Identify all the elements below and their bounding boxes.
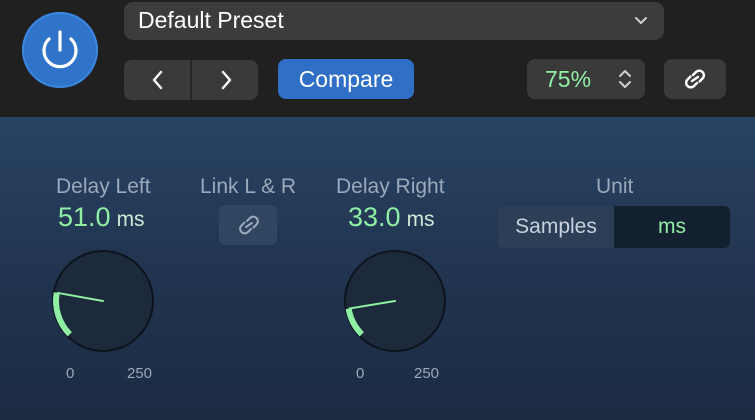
delay-left-max-label: 250: [127, 365, 153, 382]
zoom-value: 75%: [545, 66, 592, 92]
unit-segmented-control: Samples ms: [498, 206, 730, 248]
delay-right-unit: ms: [406, 208, 435, 231]
delay-left-min-label: 0: [66, 365, 75, 382]
zoom-stepper[interactable]: 75%: [527, 59, 645, 99]
link-icon: [684, 69, 706, 89]
delay-right-label: Delay Right: [336, 175, 445, 198]
link-button[interactable]: [664, 59, 726, 99]
link-lr-button[interactable]: [219, 205, 277, 245]
delay-right-knob[interactable]: [338, 248, 452, 362]
up-down-chevron-icon: [619, 70, 631, 88]
delay-left-label: Delay Left: [56, 175, 151, 198]
delay-right-min-label: 0: [356, 365, 365, 382]
delay-left-unit: ms: [116, 208, 145, 231]
plugin-panel: Delay Left 51.0 ms 0 250 Link L & R Delay…: [0, 117, 755, 420]
delay-right-max-label: 250: [414, 365, 440, 382]
link-lr-label: Link L & R: [200, 175, 297, 198]
chevron-right-icon: [221, 70, 232, 90]
delay-left-knob[interactable]: [46, 248, 160, 362]
delay-left-value: 51.0: [58, 202, 111, 232]
compare-button[interactable]: Compare: [278, 59, 414, 99]
delay-right-value: 33.0: [348, 202, 401, 232]
delay-right-value-readout[interactable]: 33.0 ms: [348, 202, 435, 233]
next-preset-button[interactable]: [192, 60, 258, 100]
preset-navigation: [124, 60, 258, 100]
plugin-header: Default Preset Compare 75%: [0, 0, 755, 117]
delay-left-value-readout[interactable]: 51.0 ms: [58, 202, 145, 233]
preset-name: Default Preset: [138, 7, 284, 33]
chevron-down-icon: [635, 17, 647, 24]
power-icon: [42, 30, 78, 69]
unit-option-samples[interactable]: Samples: [498, 206, 614, 248]
unit-option-ms[interactable]: ms: [614, 206, 730, 248]
unit-label: Unit: [596, 175, 634, 198]
chevron-left-icon: [152, 70, 163, 90]
preset-dropdown[interactable]: Default Preset: [124, 2, 664, 40]
power-button[interactable]: [22, 12, 98, 88]
link-icon: [239, 215, 259, 235]
previous-preset-button[interactable]: [124, 60, 190, 100]
